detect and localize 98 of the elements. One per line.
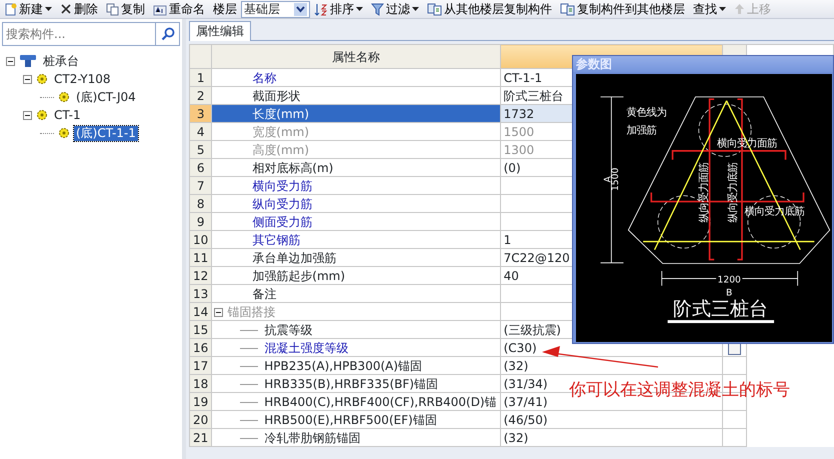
pile-cap-icon xyxy=(19,54,37,68)
property-name: 混凝土强度等级 xyxy=(264,340,348,354)
property-value[interactable]: CT-1-1 xyxy=(504,70,542,84)
row-number: 15 xyxy=(193,322,208,336)
rename-icon xyxy=(153,2,167,16)
row-number: 10 xyxy=(193,232,208,246)
property-name: 承台单边加强筋 xyxy=(252,250,336,264)
floor-label: 楼层 xyxy=(212,1,238,18)
row-number: 16 xyxy=(193,340,208,354)
row-number: 3 xyxy=(196,106,204,120)
property-value[interactable]: 40 xyxy=(504,268,519,282)
filter-icon xyxy=(371,2,384,16)
caret-icon xyxy=(45,6,52,12)
tree-item[interactable]: CT2-Y108 xyxy=(52,72,112,86)
gear-icon xyxy=(58,127,70,139)
row-number: 7 xyxy=(196,178,204,192)
close-icon xyxy=(60,3,72,15)
gear-icon xyxy=(36,109,48,121)
collapse-icon[interactable] xyxy=(6,56,15,66)
row-number: 17 xyxy=(193,358,208,372)
row-number: 14 xyxy=(193,304,208,318)
property-name: HRB335(B),HRBF335(BF)锚固 xyxy=(264,376,438,390)
property-name: 纵向受力筋 xyxy=(252,196,312,210)
property-value[interactable]: 1732 xyxy=(504,106,534,120)
property-name: 长度(mm) xyxy=(252,106,310,120)
tree-item[interactable]: CT-1 xyxy=(52,108,83,122)
property-name: 冷轧带肋钢筋锚固 xyxy=(264,430,360,444)
row-number: 12 xyxy=(193,268,208,282)
new-document-icon xyxy=(4,2,17,16)
property-value[interactable]: (C30) xyxy=(504,340,537,354)
collapse-icon[interactable] xyxy=(23,110,32,120)
caret-icon xyxy=(356,6,363,12)
row-number: 5 xyxy=(196,142,204,156)
property-name: 高度(mm) xyxy=(252,142,310,156)
row-number: 18 xyxy=(193,376,208,390)
property-value[interactable]: (46/50) xyxy=(504,412,548,426)
search-button[interactable] xyxy=(156,22,180,46)
property-value[interactable]: 1 xyxy=(504,232,512,246)
property-name: 备注 xyxy=(252,286,276,300)
property-name: 抗震等级 xyxy=(264,322,312,336)
property-name: HRB400(C),HRBF400(CF),RRB400(D)锚 xyxy=(264,394,497,408)
property-value[interactable]: (31/34) xyxy=(504,376,548,390)
toolbar-button[interactable]: 从其他楼层复制构件 xyxy=(423,0,556,18)
property-name: 侧面受力筋 xyxy=(252,214,312,228)
toolbar-button[interactable]: 新建 xyxy=(0,0,56,18)
property-value[interactable]: (32) xyxy=(504,358,528,372)
sort-icon xyxy=(314,2,328,16)
gear-icon xyxy=(36,73,48,85)
up-arrow-icon xyxy=(734,3,745,15)
copy-icon xyxy=(560,2,575,16)
caret-icon xyxy=(412,6,419,12)
property-name: 名称 xyxy=(252,70,276,84)
row-number: 11 xyxy=(193,250,208,264)
row-number: 2 xyxy=(196,88,204,102)
toolbar-button[interactable]: 排序 xyxy=(310,0,367,18)
property-name: 相对底标高(m) xyxy=(252,160,334,174)
property-value[interactable]: (37/41) xyxy=(504,394,548,408)
property-name: 横向受力筋 xyxy=(252,178,312,192)
gear-icon xyxy=(58,91,70,103)
property-name: 宽度(mm) xyxy=(252,124,310,138)
row-number: 6 xyxy=(196,160,204,174)
annotation-text: 你可以在这调整混凝土的标号 xyxy=(569,379,790,402)
property-name: 锚固搭接 xyxy=(227,304,276,318)
toolbar-button[interactable]: 重命名 xyxy=(149,0,209,18)
copy-icon xyxy=(106,2,119,16)
row-number: 8 xyxy=(196,196,204,210)
row-number: 19 xyxy=(193,394,208,408)
window-title: 参数图 xyxy=(576,57,612,71)
toolbar-button[interactable]: 删除 xyxy=(56,0,102,18)
property-name: HPB235(A),HPB300(A)锚固 xyxy=(264,358,422,372)
tree-item[interactable]: 桩承台 xyxy=(41,54,81,68)
collapse-icon[interactable] xyxy=(23,74,32,84)
row-number: 21 xyxy=(193,430,208,444)
property-value[interactable]: (32) xyxy=(504,430,528,444)
floor-select[interactable]: 基础层 xyxy=(241,0,310,18)
row-number: 1 xyxy=(196,70,204,84)
tree-item[interactable]: (底)CT-J04 xyxy=(74,90,138,104)
dropdown-arrow-icon xyxy=(294,2,307,16)
toolbar-button[interactable]: 复制 xyxy=(102,0,149,18)
copy-icon xyxy=(427,2,442,16)
row-number: 20 xyxy=(193,412,208,426)
row-number: 9 xyxy=(196,214,204,228)
tree-item[interactable]: (底)CT-1-1 xyxy=(74,126,138,140)
tab[interactable]: 属性编辑 xyxy=(189,21,251,41)
property-value[interactable]: (0) xyxy=(504,160,521,174)
row-number: 4 xyxy=(196,124,204,138)
property-name: 截面形状 xyxy=(252,88,300,102)
search-icon xyxy=(160,27,174,41)
toolbar-button[interactable]: 查找 xyxy=(689,0,730,18)
row-number: 13 xyxy=(193,286,208,300)
toolbar-button[interactable]: 复制构件到其他楼层 xyxy=(556,0,689,18)
caret-icon xyxy=(719,6,726,12)
toolbar-button[interactable]: 过滤 xyxy=(367,0,423,18)
search-field[interactable]: 搜索构件... xyxy=(2,22,156,46)
property-name: 加强筋起步(mm) xyxy=(252,268,346,282)
property-name: 其它钢筋 xyxy=(252,232,300,246)
property-name: HRB500(E),HRBF500(EF)锚固 xyxy=(264,412,437,426)
column-header: 属性名称 xyxy=(332,50,380,64)
